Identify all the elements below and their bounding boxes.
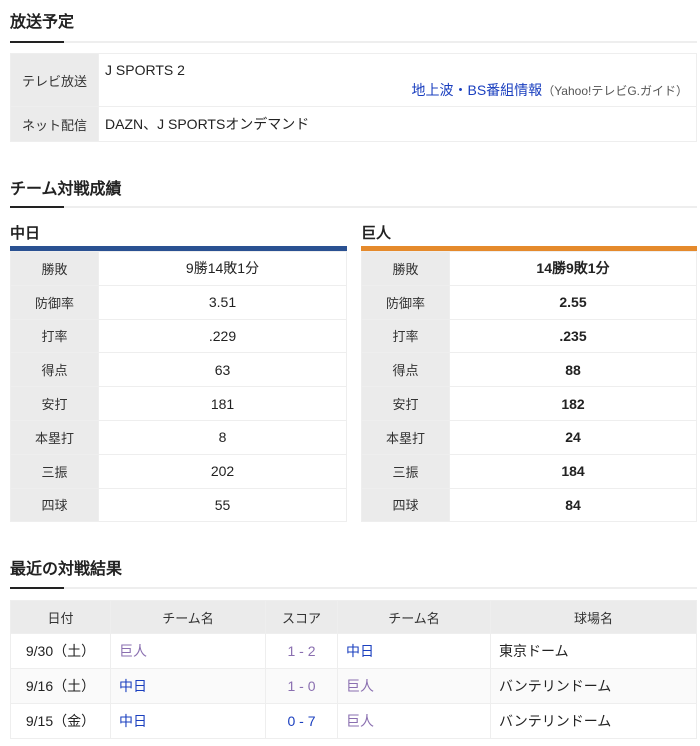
stat-label: 三振 [10, 453, 99, 489]
stat-value: 63 [98, 352, 347, 388]
tv-guide-link[interactable]: 地上波・BS番組情報 [412, 82, 543, 98]
results-title: 最近の対戦結果 [10, 561, 123, 578]
stat-value: 9勝14敗1分 [98, 251, 347, 286]
stat-label: 勝敗 [10, 251, 99, 286]
stat-label: 三振 [361, 453, 450, 489]
label-net: ネット配信 [10, 106, 99, 142]
label-tv: テレビ放送 [10, 53, 99, 107]
stat-row: 得点 88 [361, 352, 697, 388]
stat-label: 安打 [361, 386, 450, 421]
tv-channel: J SPORTS 2 [105, 62, 185, 78]
stat-value: 3.51 [98, 284, 347, 320]
team-link[interactable]: 巨人 [110, 633, 266, 669]
stat-row: 勝敗 9勝14敗1分 [10, 251, 347, 286]
results-table: 日付 チーム名 スコア チーム名 球場名 9/30（土） 巨人 1 - 2 中日 東京ド… [10, 600, 697, 739]
col-team1: チーム名 [110, 600, 266, 634]
team-link[interactable]: 中日 [110, 668, 266, 704]
stat-label: 得点 [361, 352, 450, 388]
stat-label: 本塁打 [361, 419, 450, 455]
stat-value: 181 [98, 386, 347, 421]
stat-value: .229 [98, 318, 347, 354]
stat-value: 14勝9敗1分 [449, 251, 697, 286]
stat-row: 打率 .229 [10, 318, 347, 354]
stat-label: 打率 [361, 318, 450, 354]
tv-guide-note: （Yahoo!テレビG.ガイド） [542, 84, 688, 98]
stat-value: 202 [98, 453, 347, 489]
stat-label: 四球 [361, 487, 450, 523]
team-link[interactable]: 巨人 [337, 703, 491, 739]
stats-table-right: 勝敗 14勝9敗1分 防御率 2.55 打率 .235 得点 88 安打 182 本塁打 24 三振 18… [361, 251, 697, 523]
broadcast-table: テレビ放送 J SPORTS 2 地上波・BS番組情報（Yahoo!テレビG.ガ… [10, 53, 697, 142]
stat-value: .235 [449, 318, 697, 354]
stat-label: 勝敗 [361, 251, 450, 286]
result-row: 9/16（土） 中日 1 - 0 巨人 バンテリンドーム [10, 668, 697, 704]
stat-row: 防御率 3.51 [10, 284, 347, 320]
col-team2: チーム名 [337, 600, 491, 634]
stat-value: 55 [98, 487, 347, 523]
divider [10, 41, 697, 43]
score-link[interactable]: 1 - 2 [265, 633, 338, 669]
col-stadium: 球場名 [490, 600, 697, 634]
stat-label: 防御率 [10, 284, 99, 320]
stat-row: 打率 .235 [361, 318, 697, 354]
team-name-left: 中日 [10, 225, 41, 242]
stat-value: 184 [449, 453, 697, 489]
score-link[interactable]: 0 - 7 [265, 703, 338, 739]
game-date: 9/15（金） [10, 703, 111, 739]
stat-row: 勝敗 14勝9敗1分 [361, 251, 697, 286]
result-row: 9/30（土） 巨人 1 - 2 中日 東京ドーム [10, 633, 697, 669]
stat-row: 本塁打 8 [10, 419, 347, 455]
result-row: 9/15（金） 中日 0 - 7 巨人 バンテリンドーム [10, 703, 697, 739]
stat-row: 防御率 2.55 [361, 284, 697, 320]
stat-label: 四球 [10, 487, 99, 523]
stat-row: 安打 181 [10, 386, 347, 421]
col-score: スコア [265, 600, 338, 634]
divider [10, 587, 697, 589]
team-link[interactable]: 中日 [110, 703, 266, 739]
stat-row: 安打 182 [361, 386, 697, 421]
stadium-name: 東京ドーム [490, 633, 697, 669]
stat-row: 得点 63 [10, 352, 347, 388]
stat-row: 本塁打 24 [361, 419, 697, 455]
team-name-right: 巨人 [361, 225, 392, 242]
stats-title: チーム対戦成績 [10, 181, 122, 198]
score-link[interactable]: 1 - 0 [265, 668, 338, 704]
broadcast-title: 放送予定 [10, 14, 75, 31]
team-link[interactable]: 中日 [337, 633, 491, 669]
game-date: 9/16（土） [10, 668, 111, 704]
stat-row: 四球 84 [361, 487, 697, 523]
stat-row: 三振 202 [10, 453, 347, 489]
stadium-name: バンテリンドーム [490, 668, 697, 704]
divider [10, 206, 697, 208]
stat-value: 88 [449, 352, 697, 388]
stat-value: 8 [98, 419, 347, 455]
game-date: 9/30（土） [10, 633, 111, 669]
team-link[interactable]: 巨人 [337, 668, 491, 704]
col-date: 日付 [10, 600, 111, 634]
stat-row: 四球 55 [10, 487, 347, 523]
stat-value: 24 [449, 419, 697, 455]
stat-label: 安打 [10, 386, 99, 421]
stat-value: 2.55 [449, 284, 697, 320]
stat-value: 84 [449, 487, 697, 523]
stat-label: 本塁打 [10, 419, 99, 455]
stat-row: 三振 184 [361, 453, 697, 489]
stat-label: 防御率 [361, 284, 450, 320]
stats-table-left: 勝敗 9勝14敗1分 防御率 3.51 打率 .229 得点 63 安打 181 本塁打 8 三振 202… [10, 251, 347, 523]
stadium-name: バンテリンドーム [490, 703, 697, 739]
net-services: DAZN、J SPORTSオンデマンド [98, 106, 697, 142]
stat-label: 得点 [10, 352, 99, 388]
stat-value: 182 [449, 386, 697, 421]
stat-label: 打率 [10, 318, 99, 354]
